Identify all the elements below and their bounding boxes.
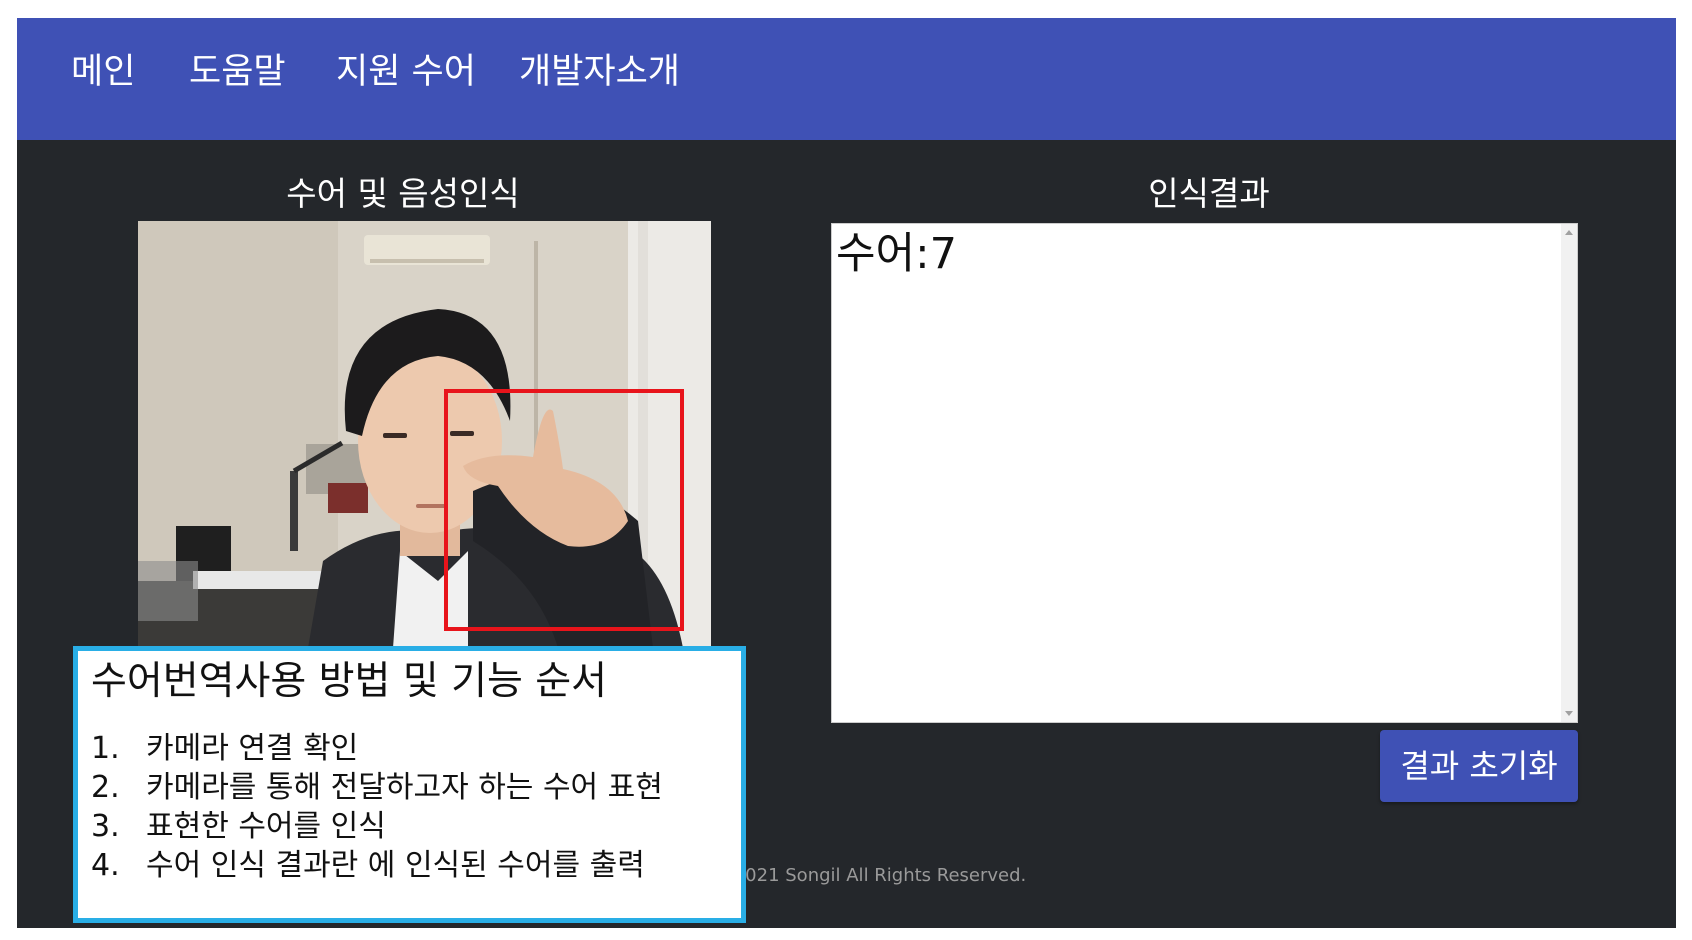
nav-item-main[interactable]: 메인 (71, 48, 135, 96)
guide-step-text: 카메라를 통해 전달하고자 하는 수어 표현 (146, 770, 663, 805)
nav-item-help[interactable]: 도움말 (189, 48, 286, 96)
top-navbar: 메인 도움말 지원 수어 개발자소개 (17, 18, 1676, 140)
reset-result-button[interactable]: 결과 초기화 (1380, 730, 1578, 802)
nav-item-developers[interactable]: 개발자소개 (519, 48, 680, 96)
usage-guide-box: 수어번역사용 방법 및 기능 순서 1. 카메라 연결 확인 2. 카메라를 통해 … (73, 646, 746, 923)
guide-step-number: 4. (91, 848, 120, 883)
guide-step: 3. 표현한 수어를 인식 (91, 807, 741, 846)
guide-step-number: 1. (91, 731, 120, 766)
recognition-result-textarea[interactable]: 수어:7 (831, 223, 1578, 723)
footer-copyright: © 2021 Songil All Rights Reserved. (710, 865, 1027, 886)
guide-title: 수어번역사용 방법 및 기능 순서 (91, 659, 608, 704)
guide-step-number: 2. (91, 770, 120, 805)
recognition-result-text: 수어:7 (836, 229, 957, 279)
recognition-section-title: 수어 및 음성인식 (286, 174, 520, 213)
webcam-feed-image (138, 221, 711, 648)
scroll-up-arrow-icon[interactable] (1565, 230, 1573, 235)
result-scrollbar[interactable] (1561, 224, 1577, 722)
guide-step-text: 표현한 수어를 인식 (146, 809, 386, 844)
guide-step-number: 3. (91, 809, 120, 844)
guide-step-list: 1. 카메라 연결 확인 2. 카메라를 통해 전달하고자 하는 수어 표현 3. 표… (91, 729, 741, 885)
guide-step-text: 카메라 연결 확인 (146, 731, 359, 766)
guide-step: 1. 카메라 연결 확인 (91, 729, 741, 768)
nav-item-supported-signs[interactable]: 지원 수어 (336, 48, 476, 96)
guide-step-text: 수어 인식 결과란 에 인식된 수어를 출력 (146, 848, 645, 883)
result-section-title: 인식결과 (1148, 174, 1270, 213)
guide-step: 4. 수어 인식 결과란 에 인식된 수어를 출력 (91, 846, 741, 885)
guide-step: 2. 카메라를 통해 전달하고자 하는 수어 표현 (91, 768, 741, 807)
scroll-down-arrow-icon[interactable] (1565, 711, 1573, 716)
